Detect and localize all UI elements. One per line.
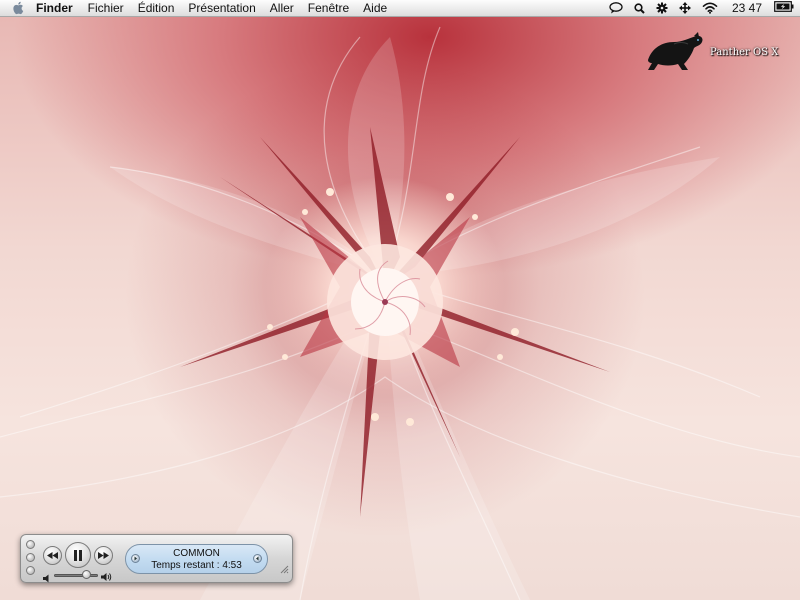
menu-presentation[interactable]: Présentation: [188, 0, 255, 17]
menu-finder[interactable]: Finder: [36, 0, 73, 17]
battery-charging-icon[interactable]: [774, 1, 794, 15]
volume-low-icon: [43, 570, 52, 588]
panther-os-x-label: Panther OS X: [710, 46, 779, 58]
resize-grip-icon[interactable]: [280, 561, 289, 579]
display-toggle-button[interactable]: [131, 554, 140, 563]
volume-slider[interactable]: [54, 574, 98, 577]
wifi-icon[interactable]: [702, 2, 718, 14]
menu-aide[interactable]: Aide: [363, 0, 387, 17]
speech-bubble-icon[interactable]: [609, 2, 623, 14]
fast-forward-icon: [98, 552, 109, 559]
desktop-wallpaper: [0, 17, 800, 600]
fractal-flower-artwork: [0, 26, 800, 600]
move-arrows-icon[interactable]: [678, 2, 691, 14]
close-button[interactable]: [26, 540, 35, 549]
now-playing-display[interactable]: COMMON Temps restant : 4:53: [125, 544, 268, 574]
apple-menu-icon[interactable]: [12, 1, 26, 15]
previous-track-button[interactable]: [43, 546, 62, 565]
menu-fichier[interactable]: Fichier: [88, 0, 124, 17]
rewind-icon: [47, 552, 58, 559]
spotlight-search-icon[interactable]: [634, 2, 645, 14]
play-pause-button[interactable]: [65, 542, 91, 568]
panther-icon: [648, 32, 703, 70]
menu-fenetre[interactable]: Fenêtre: [308, 0, 349, 17]
panther-os-x-logo: Panther OS X: [644, 30, 794, 74]
track-title: COMMON: [173, 548, 220, 559]
volume-high-icon: [101, 569, 113, 587]
snapback-button[interactable]: [253, 554, 262, 563]
menu-bar: Finder Fichier Édition Présentation Alle…: [0, 0, 800, 17]
mini-player-window[interactable]: COMMON Temps restant : 4:53: [20, 534, 293, 583]
zoom-button[interactable]: [26, 566, 35, 575]
gear-icon[interactable]: [656, 2, 668, 14]
next-track-button[interactable]: [94, 546, 113, 565]
menu-extras: 23 47: [598, 0, 800, 17]
volume-slider-knob[interactable]: [82, 570, 91, 579]
menu-edition[interactable]: Édition: [138, 0, 175, 17]
minimize-button[interactable]: [26, 553, 35, 562]
window-controls: [26, 540, 35, 575]
pause-icon: [74, 549, 82, 561]
menu-clock[interactable]: 23 47: [732, 1, 762, 15]
time-remaining: Temps restant : 4:53: [151, 560, 242, 571]
menu-aller[interactable]: Aller: [270, 0, 294, 17]
